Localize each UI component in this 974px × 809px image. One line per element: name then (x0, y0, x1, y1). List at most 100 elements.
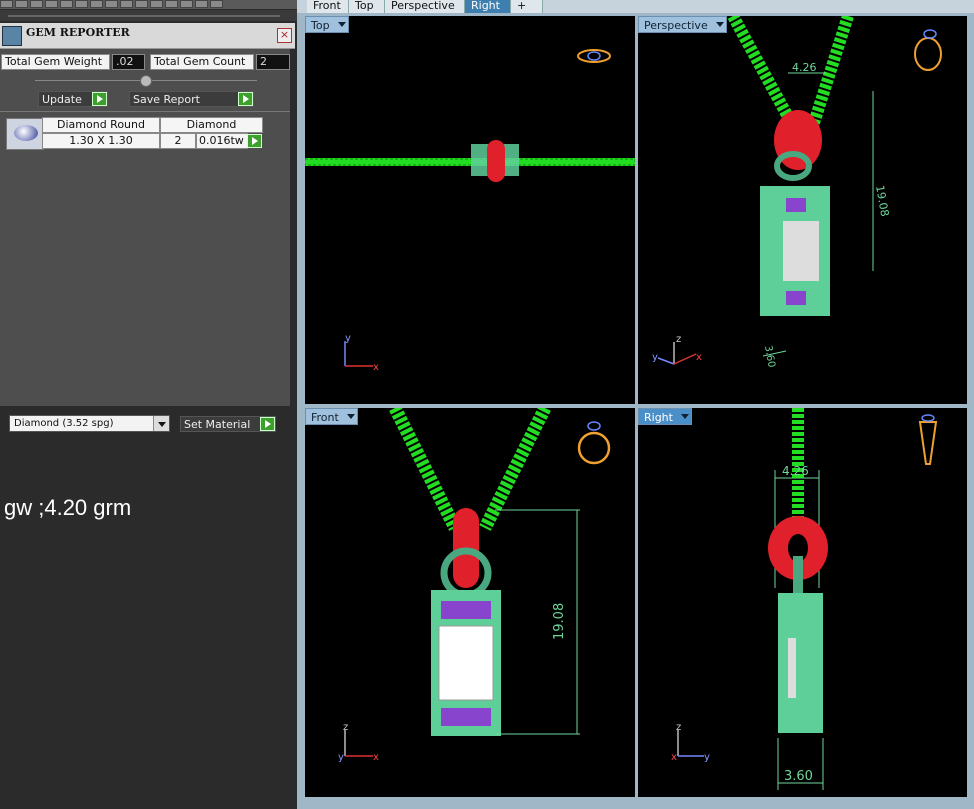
chevron-down-icon (715, 22, 724, 27)
toolbar-save-icon[interactable] (0, 0, 13, 8)
viewport-top-canvas: y x (305, 49, 635, 373)
axis-triad (657, 342, 697, 365)
slider-line (8, 15, 280, 17)
bail (487, 140, 505, 182)
axis-z-label: z (676, 334, 681, 345)
chevron-down-icon (680, 414, 689, 419)
toolbar-save-icon[interactable] (150, 0, 163, 8)
total-weight-label: Total Gem Weight (1, 54, 110, 70)
separator (0, 111, 290, 112)
gem-reporter-panel: GEM REPORTER × Total Gem Weight .02 Tota… (0, 23, 295, 406)
play-icon (238, 92, 253, 106)
gem-size: 1.30 X 1.30 (42, 133, 160, 149)
close-icon[interactable]: × (277, 28, 292, 43)
toolbar-save-icon[interactable] (15, 0, 28, 8)
viewport-right[interactable]: 4.26 3.60 z y x Right (638, 408, 967, 797)
chain-left (727, 16, 799, 129)
toolbar-close-icon[interactable] (30, 0, 43, 8)
viewport-label-right[interactable]: Right (638, 408, 692, 425)
viewport-label-text: Right (644, 411, 673, 424)
toolbar-close-icon[interactable] (210, 0, 223, 8)
set-material-button-label: Set Material (184, 418, 251, 431)
side-gems (441, 708, 491, 726)
panel-scroll-slider[interactable] (0, 10, 297, 21)
collapse-handle-icon[interactable] (140, 75, 152, 87)
save-report-button[interactable]: Save Report (129, 91, 254, 107)
dimension-width: 4.26 (792, 61, 817, 74)
dimension-depth: 3.60 (762, 345, 777, 369)
toolbar-save-icon[interactable] (195, 0, 208, 8)
material-select-value: Diamond (3.52 spg) (14, 418, 114, 429)
toolbar-close-icon[interactable] (75, 0, 88, 8)
gem-header-shape: Diamond Round (42, 117, 160, 133)
ring-nav-icon[interactable] (914, 29, 942, 71)
material-select[interactable]: Diamond (3.52 spg) (9, 415, 170, 432)
viewport-label-perspective[interactable]: Perspective (638, 16, 727, 33)
side-gems (786, 198, 806, 212)
axis-y-label: y (345, 333, 351, 344)
viewport-label-front[interactable]: Front (305, 408, 358, 425)
total-weight-value: .02 (112, 54, 145, 70)
viewport-front[interactable]: 19.08 z x y Front (305, 408, 635, 797)
chain-right (807, 16, 854, 128)
top-toolbar (0, 0, 297, 9)
set-material-button[interactable]: Set Material (180, 416, 276, 432)
toolbar-save-icon[interactable] (60, 0, 73, 8)
axis-y-label: y (338, 752, 344, 763)
save-report-button-label: Save Report (133, 93, 200, 106)
update-button[interactable]: Update (38, 91, 108, 107)
viewport-label-top[interactable]: Top (305, 16, 349, 33)
axis-y-label: y (704, 752, 710, 763)
play-icon (92, 92, 107, 106)
axis-x-label: x (671, 752, 677, 763)
axis-z-label: z (343, 722, 348, 733)
dimension-depth: 3.60 (784, 769, 813, 784)
ring-nav-icon[interactable] (577, 49, 611, 63)
axis-triad (344, 341, 373, 367)
tab-front[interactable]: Front (307, 0, 349, 13)
center-stone (438, 625, 494, 701)
add-tab-button[interactable]: + (511, 0, 543, 13)
side-gems (786, 291, 806, 305)
play-icon (260, 417, 275, 431)
dimension-height: 19.08 (873, 184, 891, 217)
chevron-down-icon (337, 22, 346, 27)
tab-perspective[interactable]: Perspective (385, 0, 465, 13)
viewport-label-text: Top (311, 19, 330, 32)
side-gems (441, 601, 491, 619)
axis-x-label: x (696, 352, 702, 363)
viewport-top[interactable]: y x Top (305, 16, 635, 404)
update-button-label: Update (42, 93, 82, 106)
bail-loop (793, 556, 803, 596)
viewport-label-text: Front (311, 411, 339, 424)
toolbar-save-icon[interactable] (90, 0, 103, 8)
center-stone (783, 221, 819, 281)
gem-shape (14, 125, 38, 141)
axis-x-label: x (373, 362, 379, 373)
toolbar-save-icon[interactable] (45, 0, 58, 8)
viewport-front-canvas: 19.08 z x y (338, 408, 611, 763)
axis-triad (677, 730, 704, 757)
ring-nav-icon[interactable] (577, 421, 611, 465)
total-count-row: Total Gem Count 2 (150, 54, 290, 70)
total-count-label: Total Gem Count (150, 54, 254, 70)
gem-weight: 0.016tw (196, 133, 248, 149)
viewport-perspective[interactable]: 4.26 19.08 3.60 z x y Perspective (638, 16, 967, 404)
toolbar-save-icon[interactable] (105, 0, 118, 8)
chevron-down-icon (153, 416, 169, 431)
tab-top[interactable]: Top (349, 0, 385, 13)
axis-x-label: x (373, 752, 379, 763)
chain-left (389, 408, 461, 531)
toolbar-close-icon[interactable] (120, 0, 133, 8)
axis-triad (344, 730, 373, 757)
toolbar-save-icon[interactable] (135, 0, 148, 8)
gem-row-play-button[interactable] (247, 133, 262, 149)
gem-round-diamond-icon (6, 118, 44, 150)
toolbar-close-icon[interactable] (165, 0, 178, 8)
axis-z-label: z (676, 722, 681, 733)
toolbar-save-icon[interactable] (180, 0, 193, 8)
dimension-height: 19.08 (552, 603, 567, 640)
tab-right[interactable]: Right (465, 0, 511, 13)
ring-nav-icon[interactable] (918, 414, 938, 465)
viewport-label-text: Perspective (644, 19, 708, 32)
